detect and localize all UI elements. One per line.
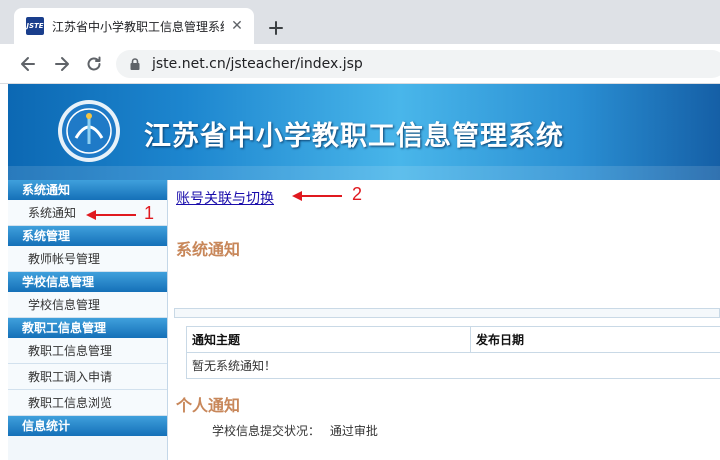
emblem-logo-icon xyxy=(58,100,120,162)
empty-notice-message: 暂无系统通知！ xyxy=(186,352,720,379)
arrow-left-icon xyxy=(21,57,35,71)
url-text: jste.net.cn/jsteacher/index.jsp xyxy=(152,56,363,72)
status-value: 通过审批 xyxy=(329,424,378,438)
reload-icon xyxy=(87,56,101,71)
system-notice-title: 系统通知 xyxy=(176,240,241,259)
arrow-right-icon xyxy=(55,57,69,71)
tab-title: 江苏省中小学教职工信息管理系统 xyxy=(52,19,224,34)
column-header-date: 发布日期 xyxy=(470,326,720,353)
annotation-label-2: 2 xyxy=(352,184,363,204)
browser-toolbar: jste.net.cn/jsteacher/index.jsp xyxy=(0,44,720,84)
annotation-arrow-1-icon xyxy=(86,210,136,220)
site-banner: 江苏省中小学教职工信息管理系统 xyxy=(8,84,720,180)
annotation-arrow-2-icon xyxy=(292,191,342,201)
reload-button[interactable] xyxy=(82,52,106,76)
back-button[interactable] xyxy=(16,52,40,76)
banner-title: 江苏省中小学教职工信息管理系统 xyxy=(144,121,564,152)
sidebar-header-statistics[interactable]: 信息统计 xyxy=(8,416,167,436)
sidebar-item-teacher-accounts[interactable]: 教师帐号管理 xyxy=(8,246,167,272)
banner-stripe xyxy=(8,166,720,180)
table-header-row: 通知主题 发布日期 xyxy=(186,326,720,353)
sidebar-item-staff-info-manage[interactable]: 教职工信息管理 xyxy=(8,338,167,364)
sidebar-header-system-notice[interactable]: 系统通知 xyxy=(8,180,167,200)
section-divider xyxy=(174,308,720,318)
personal-notice-title: 个人通知 xyxy=(176,396,241,415)
sidebar-header-school-info[interactable]: 学校信息管理 xyxy=(8,272,167,292)
browser-tab-bar: JSTE 江苏省中小学教职工信息管理系统 ✕ xyxy=(0,0,720,44)
sidebar-header-staff-info[interactable]: 教职工信息管理 xyxy=(8,318,167,338)
lock-icon xyxy=(130,58,140,70)
forward-button[interactable] xyxy=(50,52,74,76)
sidebar-header-system-admin[interactable]: 系统管理 xyxy=(8,226,167,246)
sidebar-item-staff-browse[interactable]: 教职工信息浏览 xyxy=(8,390,167,416)
plus-icon xyxy=(269,21,283,35)
account-switch-link[interactable]: 账号关联与切换 xyxy=(176,188,274,208)
site-favicon-icon: JSTE xyxy=(26,17,44,35)
table-row: 暂无系统通知！ xyxy=(186,352,720,379)
browser-tab[interactable]: JSTE 江苏省中小学教职工信息管理系统 ✕ xyxy=(14,8,254,44)
sidebar-item-school-info[interactable]: 学校信息管理 xyxy=(8,292,167,318)
annotation-label-1: 1 xyxy=(144,203,155,223)
main-content: 账号关联与切换 系统通知 通知主题 发布日期 暂无系统通知！ 个人通知 学校信息… xyxy=(168,180,720,460)
web-page: 江苏省中小学教职工信息管理系统 系统通知 系统通知 系统管理 教师帐号管理 学校… xyxy=(0,84,720,460)
close-tab-icon[interactable]: ✕ xyxy=(228,17,246,35)
address-bar[interactable]: jste.net.cn/jsteacher/index.jsp xyxy=(116,50,720,78)
school-info-status: 学校信息提交状况： 通过审批 xyxy=(212,422,384,439)
notice-table: 通知主题 发布日期 暂无系统通知！ xyxy=(186,326,720,379)
column-header-subject: 通知主题 xyxy=(186,326,471,353)
status-label: 学校信息提交状况： xyxy=(212,424,321,438)
sidebar-item-staff-transfer[interactable]: 教职工调入申请 xyxy=(8,364,167,390)
new-tab-button[interactable] xyxy=(262,14,290,42)
